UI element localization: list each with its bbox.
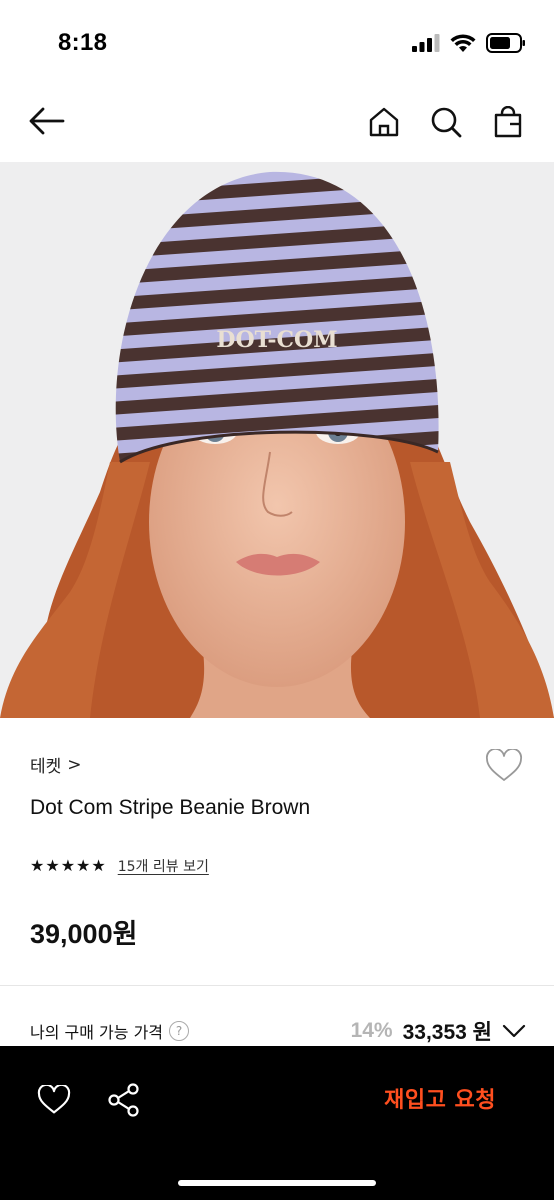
review-link[interactable]: 15개 리뷰 보기 (118, 856, 209, 876)
home-icon (369, 107, 399, 137)
back-arrow-icon (29, 107, 65, 135)
search-icon (431, 107, 462, 138)
discount-rate: 14% (350, 1019, 393, 1042)
beanie-embroidery-text: DOT-COM (216, 327, 337, 353)
home-indicator (178, 1180, 376, 1186)
chevron-right-icon: > (67, 754, 82, 775)
product-image[interactable]: DOT-COM (0, 162, 554, 718)
cart-button[interactable] (486, 100, 530, 144)
brand-name: 테켓 (30, 757, 62, 777)
product-price: 39,000원 (30, 919, 138, 949)
heart-icon (486, 749, 522, 781)
chevron-down-icon (502, 1024, 526, 1038)
heart-icon (37, 1085, 71, 1114)
my-price-toggle[interactable]: 14% 33,353 원 (351, 1016, 526, 1046)
status-bar: 8:18 (0, 0, 554, 88)
back-button[interactable] (26, 100, 68, 142)
status-icons (412, 33, 526, 53)
rating-row: ★ ★ ★ ★ ★ 15개 리뷰 보기 (30, 856, 209, 876)
home-button[interactable] (362, 100, 406, 144)
star-icon: ★ (76, 856, 91, 875)
my-price-row: 나의 구매 가능 가격 ? 14% 33,353 원 (30, 1014, 526, 1048)
my-price-value: 33,353 원 (402, 1021, 492, 1044)
product-title: Dot Com Stripe Beanie Brown (30, 796, 311, 819)
nav-bar (0, 88, 554, 162)
my-price-label: 나의 구매 가능 가격 (30, 1023, 164, 1042)
search-button[interactable] (424, 100, 468, 144)
divider (0, 985, 554, 986)
wishlist-button[interactable] (484, 746, 524, 786)
battery-icon (486, 33, 525, 53)
star-icon: ★ (45, 856, 60, 875)
help-icon[interactable]: ? (169, 1021, 190, 1041)
product-photo: DOT-COM (0, 162, 554, 718)
status-time: 8:18 (58, 29, 108, 56)
bottom-wishlist-button[interactable] (34, 1080, 74, 1120)
brand-link[interactable]: 테켓 > (30, 752, 82, 778)
shopping-bag-icon (494, 106, 522, 138)
bottom-action-bar: 재입고 요청 (0, 1046, 554, 1200)
share-icon (108, 1083, 139, 1117)
wifi-icon (450, 33, 476, 52)
star-icon: ★ (91, 856, 106, 875)
rating-stars: ★ ★ ★ ★ ★ (30, 858, 106, 874)
share-button[interactable] (104, 1080, 144, 1120)
star-icon: ★ (30, 856, 45, 875)
signal-icon (412, 34, 440, 52)
restock-request-button[interactable]: 재입고 요청 (384, 1082, 496, 1114)
star-icon: ★ (60, 856, 76, 875)
nav-actions (362, 100, 530, 144)
